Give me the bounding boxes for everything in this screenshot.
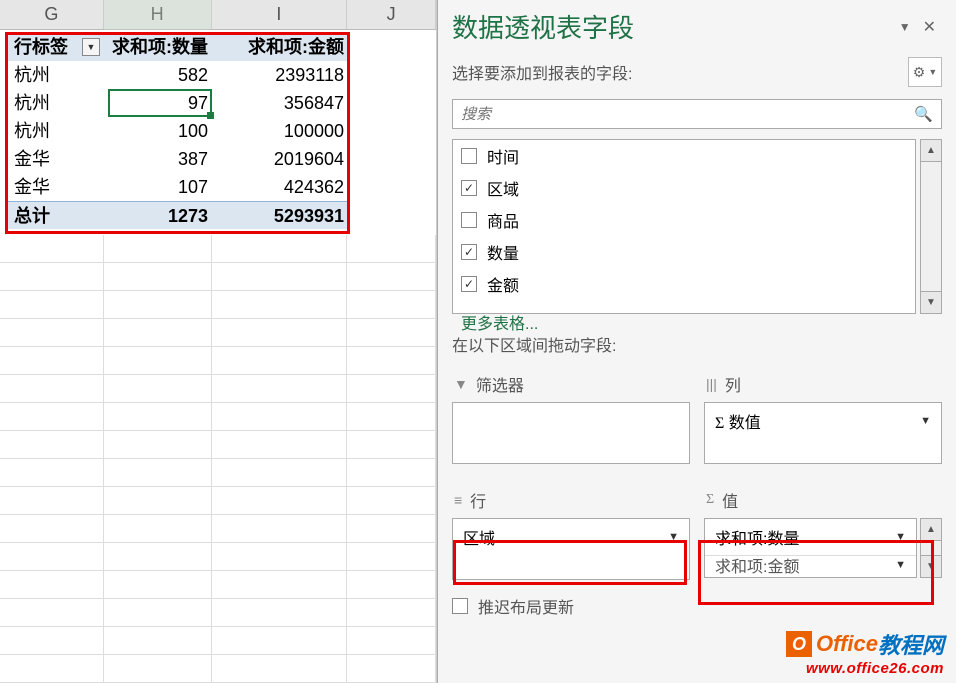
table-row[interactable]: 杭州 100 100000: [8, 117, 350, 145]
values-item-qty[interactable]: 求和项:数量 ▼: [705, 519, 916, 556]
pivot-field-panel: 数据透视表字段 ▼ ✕ 选择要添加到报表的字段: ⚙ ▼ 🔍 时间 ✓ 区域: [437, 0, 956, 683]
rows-item-region[interactable]: 区域 ▼: [453, 519, 689, 555]
empty-grid: [0, 235, 436, 683]
drag-instruction: 在以下区域间拖动字段:: [438, 314, 956, 366]
amt-header[interactable]: 求和项:金额: [214, 33, 350, 61]
table-row[interactable]: 金华 107 424362: [8, 173, 350, 201]
pivot-header-row: 行标签 ▼ 求和项:数量 求和项:金额: [8, 33, 350, 61]
rows-zone-label: ≡ 行: [452, 482, 690, 518]
watermark: O Office教程网 www.office26.com: [786, 628, 944, 677]
columns-zone: ||| 列 Σ 数值 ▼: [704, 366, 942, 464]
row-labels-header[interactable]: 行标签 ▼: [8, 33, 106, 61]
values-scrollbar[interactable]: ▲ ▼: [920, 518, 942, 578]
values-zone: Σ 值 求和项:数量 ▼ 求和项:金额 ▼ ▲ ▼: [704, 482, 942, 580]
scroll-up-icon[interactable]: ▲: [921, 140, 941, 162]
table-row[interactable]: 金华 387 2019604: [8, 145, 350, 173]
checkbox-unchecked-icon[interactable]: [461, 148, 477, 164]
chevron-down-icon[interactable]: ▼: [920, 415, 931, 427]
checkbox-checked-icon[interactable]: ✓: [461, 276, 477, 292]
row-labels-text: 行标签: [14, 33, 68, 61]
filter-dropzone[interactable]: [452, 402, 690, 464]
checkbox-checked-icon[interactable]: ✓: [461, 244, 477, 260]
rows-icon: ≡: [454, 492, 462, 508]
col-header-i[interactable]: I: [212, 0, 348, 29]
scroll-up-icon[interactable]: ▲: [921, 519, 941, 541]
scroll-track[interactable]: [921, 541, 941, 555]
defer-checkbox[interactable]: [452, 598, 468, 614]
filter-icon: ▼: [454, 376, 468, 392]
row-labels-filter-icon[interactable]: ▼: [82, 38, 100, 56]
checkbox-checked-icon[interactable]: ✓: [461, 180, 477, 196]
pivot-table: 行标签 ▼ 求和项:数量 求和项:金额 杭州 582 2393118 杭州 97…: [8, 33, 350, 229]
chevron-down-icon[interactable]: ▼: [895, 531, 906, 543]
panel-subtitle: 选择要添加到报表的字段:: [452, 60, 908, 84]
scroll-down-icon[interactable]: ▼: [921, 555, 941, 577]
sigma-icon: Σ: [706, 492, 714, 508]
defer-update-row: 推迟布局更新: [438, 580, 956, 632]
panel-title: 数据透视表字段: [452, 8, 893, 45]
field-item-product[interactable]: 商品: [453, 204, 915, 236]
rows-zone: ≡ 行 区域 ▼: [452, 482, 690, 580]
col-header-h[interactable]: H: [104, 0, 212, 29]
qty-header[interactable]: 求和项:数量: [106, 33, 214, 61]
chevron-down-icon: ▼: [928, 67, 937, 77]
panel-subtitle-row: 选择要添加到报表的字段: ⚙ ▼: [438, 49, 956, 95]
field-item-qty[interactable]: ✓ 数量: [453, 236, 915, 268]
pivot-total-row[interactable]: 总计 1273 5293931: [8, 201, 350, 229]
columns-icon: |||: [706, 376, 717, 392]
checkbox-unchecked-icon[interactable]: [461, 212, 477, 228]
values-dropzone[interactable]: 求和项:数量 ▼ 求和项:金额 ▼: [704, 518, 917, 578]
scroll-track[interactable]: [921, 162, 941, 291]
panel-header: 数据透视表字段 ▼ ✕: [438, 0, 956, 49]
close-icon[interactable]: ✕: [917, 15, 942, 39]
col-header-g[interactable]: G: [0, 0, 104, 29]
columns-item-values[interactable]: Σ 数值 ▼: [705, 403, 941, 439]
rows-dropzone[interactable]: 区域 ▼: [452, 518, 690, 580]
table-row[interactable]: 杭州 97 356847: [8, 89, 350, 117]
field-item-time[interactable]: 时间: [453, 140, 915, 172]
values-item-amt[interactable]: 求和项:金额 ▼: [705, 556, 916, 574]
search-input[interactable]: [461, 106, 914, 123]
values-zone-label: Σ 值: [704, 482, 942, 518]
col-header-j[interactable]: J: [347, 0, 436, 29]
gear-button[interactable]: ⚙ ▼: [908, 57, 942, 87]
field-item-amt[interactable]: ✓ 金额: [453, 268, 915, 300]
field-list-scrollbar[interactable]: ▲ ▼: [920, 139, 942, 314]
field-item-region[interactable]: ✓ 区域: [453, 172, 915, 204]
spreadsheet-area: G H I J 行标签 ▼ 求和项:数量 求和项:金额 杭州 582 23931…: [0, 0, 437, 683]
columns-zone-label: ||| 列: [704, 366, 942, 402]
gear-icon: ⚙: [913, 64, 926, 81]
search-icon[interactable]: 🔍: [914, 105, 933, 123]
watermark-logo-icon: O: [786, 631, 812, 657]
field-list: 时间 ✓ 区域 商品 ✓ 数量 ✓ 金额 更多表格...: [452, 139, 916, 314]
panel-dropdown-icon[interactable]: ▼: [893, 18, 917, 36]
drop-zones: ▼ 筛选器 ||| 列 Σ 数值 ▼ ≡ 行: [438, 366, 956, 580]
columns-dropzone[interactable]: Σ 数值 ▼: [704, 402, 942, 464]
filter-zone-label: ▼ 筛选器: [452, 366, 690, 402]
filter-zone: ▼ 筛选器: [452, 366, 690, 464]
chevron-down-icon[interactable]: ▼: [668, 531, 679, 543]
search-box[interactable]: 🔍: [452, 99, 942, 129]
chevron-down-icon[interactable]: ▼: [895, 559, 906, 571]
scroll-down-icon[interactable]: ▼: [921, 291, 941, 313]
column-headers: G H I J: [0, 0, 436, 30]
table-row[interactable]: 杭州 582 2393118: [8, 61, 350, 89]
watermark-url: www.office26.com: [786, 660, 944, 677]
defer-label: 推迟布局更新: [478, 594, 574, 618]
